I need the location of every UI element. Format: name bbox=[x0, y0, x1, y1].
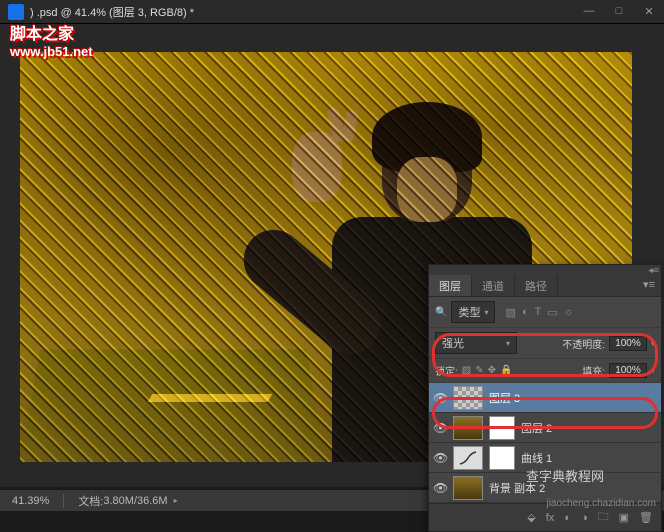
fill-label: 填充: bbox=[582, 363, 605, 378]
chevron-down-icon[interactable]: ▾ bbox=[651, 366, 655, 375]
lock-position-icon[interactable]: ✥ bbox=[488, 365, 496, 376]
lock-icons: ▧ ✎ ✥ 🔒 bbox=[462, 365, 513, 376]
layer-name: 图层 3 bbox=[489, 390, 520, 406]
lock-label: 锁定: bbox=[435, 363, 458, 378]
window-titlebar: ) .psd @ 41.4% (图层 3, RGB/8) * — □ ✕ bbox=[0, 0, 664, 24]
lane-marking bbox=[148, 394, 273, 402]
tab-layers[interactable]: 图层 bbox=[429, 275, 472, 296]
finger bbox=[341, 109, 358, 143]
window-controls: — □ ✕ bbox=[574, 0, 664, 22]
layer-thumbnail[interactable] bbox=[453, 386, 483, 410]
layer-name: 图层 2 bbox=[521, 420, 552, 436]
app-icon bbox=[8, 4, 24, 20]
layer-row[interactable]: 👁 图层 3 bbox=[429, 383, 661, 413]
curves-icon bbox=[459, 451, 477, 465]
layer-mask-thumbnail[interactable] bbox=[489, 446, 515, 470]
opacity-input[interactable]: 100% bbox=[609, 336, 647, 351]
watermark-name: 脚本之家 bbox=[10, 20, 93, 44]
layer-fx-icon[interactable]: fx bbox=[546, 512, 555, 524]
close-button[interactable]: ✕ bbox=[634, 0, 664, 22]
layers-panel: ◂▸ ≡ 图层 通道 路径 ▾≡ 🔍 类型 ▾ ▧ ◐ T ▭ ☼ 强光 ▾ 不… bbox=[428, 264, 662, 532]
filter-type-label: 类型 bbox=[458, 304, 480, 320]
face bbox=[397, 157, 457, 222]
layer-row[interactable]: 👁 图层 2 bbox=[429, 413, 661, 443]
hand bbox=[292, 132, 342, 202]
chevron-down-icon: ▾ bbox=[484, 308, 488, 317]
filter-row: 🔍 类型 ▾ ▧ ◐ T ▭ ☼ bbox=[429, 297, 661, 328]
doc-size-value: 3.80M/36.6M bbox=[103, 495, 167, 507]
layer-mask-icon[interactable]: ◐ bbox=[564, 512, 571, 524]
new-layer-icon[interactable]: ▣ bbox=[619, 511, 629, 524]
tab-channels[interactable]: 通道 bbox=[472, 275, 515, 296]
blend-mode-value: 强光 bbox=[442, 335, 464, 351]
chevron-down-icon: ▾ bbox=[506, 339, 510, 348]
maximize-button[interactable]: □ bbox=[604, 0, 634, 22]
watermark-url: www.jb51.net bbox=[10, 44, 93, 59]
filter-pixel-icon[interactable]: ▧ bbox=[505, 306, 515, 319]
chevron-down-icon[interactable]: ▾ bbox=[651, 339, 655, 348]
panel-drag-handle[interactable]: ◂▸ ≡ bbox=[429, 265, 661, 275]
layer-thumbnail[interactable] bbox=[453, 476, 483, 500]
site-watermark: 脚本之家 www.jb51.net bbox=[10, 20, 93, 59]
doc-size-label: 文档: bbox=[78, 493, 103, 509]
filter-shape-icon[interactable]: ▭ bbox=[547, 306, 557, 319]
lock-row: 锁定: ▧ ✎ ✥ 🔒 填充: 100% ▾ bbox=[429, 359, 661, 383]
opacity-label: 不透明度: bbox=[562, 336, 605, 351]
filter-icons: ▧ ◐ T ▭ ☼ bbox=[505, 306, 573, 319]
fill-input[interactable]: 100% bbox=[609, 363, 647, 378]
visibility-toggle-icon[interactable]: 👁 bbox=[433, 391, 447, 405]
visibility-toggle-icon[interactable]: 👁 bbox=[433, 421, 447, 435]
filter-adjust-icon[interactable]: ◐ bbox=[522, 306, 529, 319]
link-layers-icon[interactable]: ⬙ bbox=[527, 511, 535, 524]
lock-pixels-icon[interactable]: ✎ bbox=[475, 365, 483, 376]
blend-mode-dropdown[interactable]: 强光 ▾ bbox=[435, 332, 517, 354]
layers-list: 👁 图层 3 👁 图层 2 👁 曲线 1 👁 背景 副本 2 bbox=[429, 383, 661, 503]
adjustment-layer-icon[interactable]: ◑ bbox=[581, 512, 588, 524]
filter-type-dropdown[interactable]: 类型 ▾ bbox=[451, 301, 495, 323]
delete-layer-icon[interactable]: 🗑 bbox=[639, 511, 653, 524]
layer-thumbnail[interactable] bbox=[453, 416, 483, 440]
watermark-center: 查字典教程网 bbox=[526, 466, 604, 485]
lock-transparency-icon[interactable]: ▧ bbox=[462, 365, 471, 376]
layer-name: 曲线 1 bbox=[521, 450, 552, 466]
layer-mask-thumbnail[interactable] bbox=[489, 416, 515, 440]
visibility-toggle-icon[interactable]: 👁 bbox=[433, 451, 447, 465]
filter-smart-icon[interactable]: ☼ bbox=[564, 306, 574, 319]
filter-text-icon[interactable]: T bbox=[535, 306, 542, 319]
watermark-url: jiaocheng.chazidian.com bbox=[546, 498, 656, 509]
adjustment-thumbnail[interactable] bbox=[453, 446, 483, 470]
visibility-toggle-icon[interactable]: 👁 bbox=[433, 481, 447, 495]
tab-paths[interactable]: 路径 bbox=[515, 275, 558, 296]
divider bbox=[63, 494, 64, 508]
blend-row: 强光 ▾ 不透明度: 100% ▾ bbox=[429, 328, 661, 359]
zoom-level[interactable]: 41.39% bbox=[12, 495, 49, 507]
document-title: ) .psd @ 41.4% (图层 3, RGB/8) * bbox=[30, 4, 194, 20]
panel-tabs: 图层 通道 路径 ▾≡ bbox=[429, 275, 661, 297]
lock-all-icon[interactable]: 🔒 bbox=[500, 365, 512, 376]
minimize-button[interactable]: — bbox=[574, 0, 604, 22]
panel-menu-icon[interactable]: ▾≡ bbox=[637, 275, 661, 296]
